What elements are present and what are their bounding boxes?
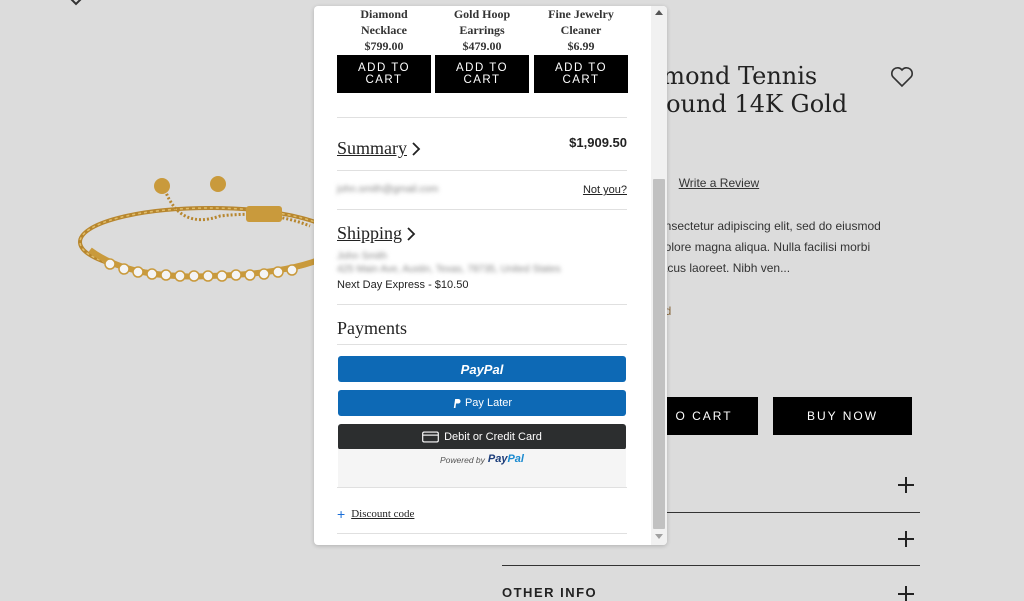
paypal-p-icon: [453, 398, 461, 408]
not-you-link[interactable]: Not you?: [583, 184, 627, 196]
reco-item: Fine Jewelry Cleaner $6.99 ADD TO CART: [534, 6, 628, 93]
card-button-label: Debit or Credit Card: [444, 431, 542, 443]
card-button[interactable]: Debit or Credit Card: [338, 424, 626, 450]
write-review-link[interactable]: Write a Review: [679, 176, 759, 190]
scroll-down-arrow-icon[interactable]: [655, 534, 663, 539]
reco-item: Gold Hoop Earrings $479.00 ADD TO CART: [435, 6, 529, 93]
reco-price: $479.00: [462, 39, 502, 53]
shipping-name: John Smith: [337, 251, 388, 262]
paypal-logo-b: Pal: [507, 453, 524, 465]
chevron-right-icon[interactable]: [406, 227, 416, 241]
scroll-up-arrow-icon[interactable]: [655, 10, 663, 15]
account-email: john.smith@gmail.com: [337, 184, 439, 195]
plus-icon[interactable]: +: [337, 506, 345, 522]
divider: [337, 304, 627, 305]
payments-title: Payments: [337, 318, 407, 338]
plus-icon[interactable]: [898, 531, 914, 547]
pay-later-label: Pay Later: [464, 397, 513, 409]
paypal-button-label: PayPal: [460, 361, 504, 377]
review-row: :) Write a Review: [658, 176, 759, 190]
chevron-right-icon[interactable]: [411, 142, 421, 156]
accordion-row-3[interactable]: [502, 578, 920, 601]
reco-name: Fine Jewelry Cleaner: [548, 7, 614, 37]
divider: [337, 533, 627, 534]
cart-popup: Diamond Necklace $799.00 ADD TO CART Gol…: [314, 6, 667, 545]
paypal-button[interactable]: PayPal: [338, 356, 626, 382]
paypal-logo-a: Pay: [487, 453, 508, 465]
logo-icon[interactable]: [62, 0, 90, 6]
pay-later-button[interactable]: Pay Later: [338, 390, 626, 416]
discount-code-label[interactable]: Discount code: [351, 508, 414, 520]
reco-name: Diamond Necklace: [360, 7, 408, 37]
divider: [337, 487, 627, 488]
shipping-link[interactable]: Shipping: [337, 223, 402, 244]
reco-name: Gold Hoop Earrings: [453, 7, 511, 37]
order-total: $1,909.50: [569, 135, 627, 150]
divider: [337, 170, 627, 171]
popup-scrollbar[interactable]: [651, 6, 667, 545]
product-title: amond Tennis Round 14K Gold: [648, 62, 848, 118]
buy-now-button[interactable]: BUY NOW: [773, 397, 912, 435]
reco-price: $6.99: [567, 39, 595, 53]
divider: [337, 209, 627, 210]
shipping-address: 425 Main Ave, Austin, Texas, 78735, Unit…: [337, 264, 561, 275]
reco-add-to-cart-button[interactable]: ADD TO CART: [435, 55, 529, 93]
reco-item: Diamond Necklace $799.00 ADD TO CART: [337, 6, 431, 93]
reco-add-to-cart-button[interactable]: ADD TO CART: [337, 55, 431, 93]
powered-by-text: Powered by: [440, 455, 485, 465]
credit-card-icon: [422, 431, 439, 443]
reco-add-to-cart-button[interactable]: ADD TO CART: [534, 55, 628, 93]
plus-icon[interactable]: [898, 586, 914, 601]
popup-content: Diamond Necklace $799.00 ADD TO CART Gol…: [314, 6, 651, 545]
divider: [337, 117, 627, 118]
divider: [337, 344, 627, 345]
reco-price: $799.00: [364, 39, 404, 53]
scrollbar-thumb[interactable]: [653, 179, 665, 529]
powered-by-paypal: Powered by Pay Pal: [338, 449, 626, 487]
product-description: onsectetur adipiscing elit, sed do eiusm…: [658, 219, 881, 275]
bracelet-image: [78, 176, 330, 282]
heart-icon[interactable]: [890, 66, 914, 88]
discount-code-toggle[interactable]: + Discount code: [337, 506, 414, 522]
summary-link[interactable]: Summary: [337, 138, 407, 159]
shipping-method: Next Day Express - $10.50: [337, 279, 469, 291]
plus-icon[interactable]: [898, 477, 914, 493]
